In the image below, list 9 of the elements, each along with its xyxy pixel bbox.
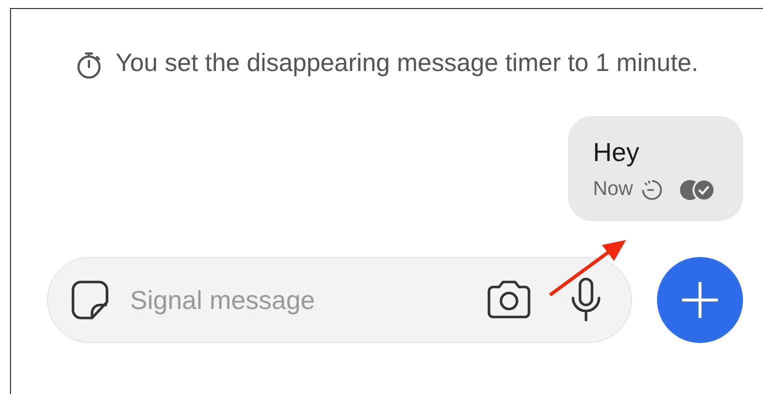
timer-notice: You set the disappearing message timer to 1 minute. bbox=[116, 48, 698, 79]
message-time: Now bbox=[592, 178, 633, 201]
message-text: Hey bbox=[592, 136, 640, 168]
message-field[interactable]: Signal message bbox=[128, 284, 469, 316]
camera-icon[interactable] bbox=[485, 279, 533, 321]
stopwatch-icon bbox=[76, 51, 102, 79]
microphone-icon[interactable] bbox=[569, 277, 603, 323]
timer-icon bbox=[641, 178, 663, 200]
plus-icon bbox=[680, 280, 720, 320]
